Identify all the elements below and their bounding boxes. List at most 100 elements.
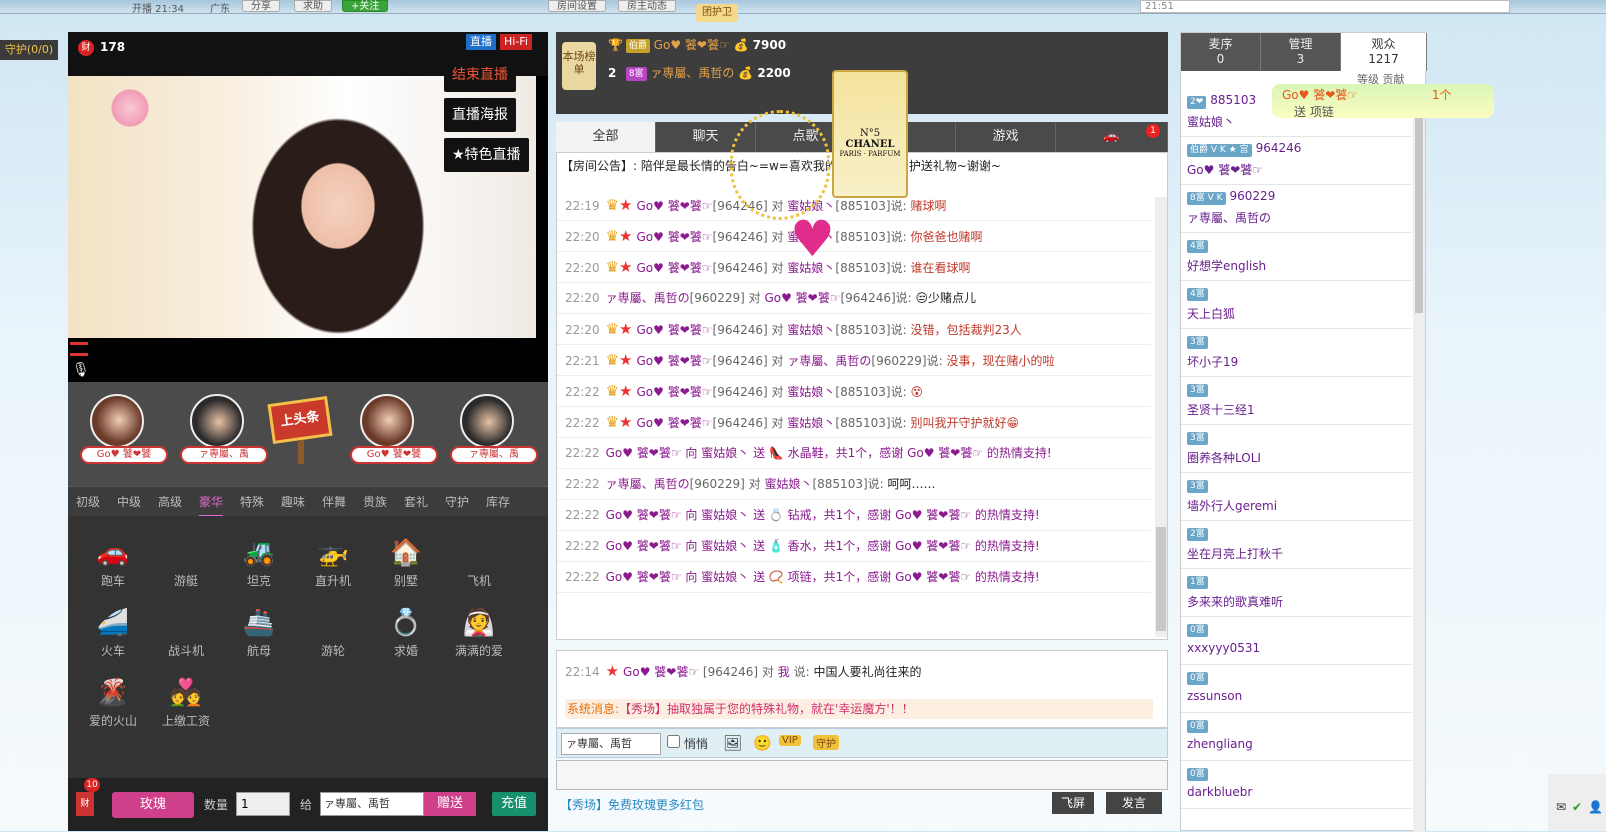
message-recipient[interactable]: 蜜姑娘丶	[787, 416, 835, 430]
ranking-row[interactable]: 2 8富 ァ専屬、禹哲の 💰 2200	[608, 62, 791, 84]
follow-button[interactable]: +关注	[342, 0, 389, 12]
send-gift-button[interactable]: 赠送	[424, 792, 476, 816]
audience-item[interactable]: 3富 墙外行人geremi	[1181, 473, 1411, 521]
tab-noble[interactable]: 贵族	[363, 487, 387, 517]
tab-luxury[interactable]: 豪华	[199, 487, 224, 517]
gift-item[interactable]: 🌋 爱的火山	[84, 678, 142, 742]
message-sender[interactable]: Go♥ 饕❤饕☞	[637, 230, 713, 244]
emoji-icon[interactable]: 🙂	[753, 734, 772, 752]
special-live-button[interactable]: ★特色直播	[444, 138, 529, 172]
message-recipient[interactable]: 蜜姑娘丶	[764, 477, 812, 491]
message-sender[interactable]: Go♥ 饕❤饕☞	[637, 323, 713, 337]
live-tag[interactable]: 直播	[466, 34, 496, 50]
tab-special[interactable]: 特殊	[240, 487, 264, 517]
ranking-row[interactable]: 🏆 伯爵 Go♥ 饕❤饕☞ 💰 7900	[608, 34, 786, 56]
gift-item[interactable]: ✈ 飞机	[450, 538, 508, 602]
tab-basic[interactable]: 初级	[76, 487, 100, 517]
fly-screen-button[interactable]: 飞屏	[1052, 792, 1094, 814]
gift-item[interactable]: ⛴ 游轮	[304, 608, 362, 672]
gift-item[interactable]: 💍 求婚	[377, 608, 435, 672]
send-message-button[interactable]: 发言	[1106, 792, 1162, 814]
chat-scroll-thumb[interactable]	[1156, 527, 1166, 631]
message-recipient[interactable]: 蜜姑娘丶	[787, 385, 835, 399]
user-icon[interactable]: 👤	[1588, 800, 1603, 814]
guard-team-badge[interactable]: 团护卫	[696, 4, 738, 22]
mic-slot[interactable]: ァ専屬、禹	[450, 394, 538, 474]
gift-item[interactable]: 🚁 直升机	[304, 538, 362, 602]
audience-item[interactable]: 4富 好想学english	[1181, 233, 1411, 281]
tab-guard[interactable]: 守护	[445, 487, 469, 517]
chat-target-chip[interactable]: ァ専屬、禹哲	[561, 733, 661, 755]
free-rose-link[interactable]: 【秀场】免费玫瑰更多红包	[560, 796, 704, 813]
gift-item[interactable]: 🚗 跑车	[84, 538, 142, 602]
room-settings-button[interactable]: 房间设置	[548, 0, 606, 12]
whisper-check[interactable]	[667, 735, 680, 748]
chat-scrollbar[interactable]	[1155, 197, 1167, 637]
hifi-tag[interactable]: Hi-Fi	[500, 34, 532, 50]
headline-button[interactable]: 上头条	[267, 396, 333, 444]
mic-slot[interactable]: ァ専屬、禹	[180, 394, 268, 474]
audience-item[interactable]: 0富 zssunson	[1181, 665, 1411, 713]
message-recipient[interactable]: 蜜姑娘丶	[787, 323, 835, 337]
gift-item[interactable]: 🚢 航母	[230, 608, 288, 672]
host-feed-button[interactable]: 房主动态	[618, 0, 676, 12]
gift-item[interactable]: ✈ 战斗机	[157, 608, 215, 672]
whisper-checkbox[interactable]: 悄悄	[667, 735, 708, 752]
end-live-button[interactable]: 结束直播	[444, 58, 516, 92]
vip-icon[interactable]: VIP	[779, 735, 801, 746]
recharge-button[interactable]: 充值	[492, 792, 536, 816]
audience-item[interactable]: 8富 V K 960229 ァ専屬、禹哲の	[1181, 185, 1411, 233]
guard-icon[interactable]: 守护	[813, 735, 839, 750]
audience-item[interactable]: 0富 darkbluebr	[1181, 761, 1411, 809]
audience-item[interactable]: 3富 圣贤十三经1	[1181, 377, 1411, 425]
message-sender[interactable]: Go♥ 饕❤饕☞	[637, 385, 713, 399]
gift-item[interactable]: 🏠 别墅	[377, 538, 435, 602]
recipient-select[interactable]: ァ専屬、禹哲	[320, 792, 424, 816]
tab-mid[interactable]: 中级	[117, 487, 141, 517]
tab-mic-order[interactable]: 麦序 0	[1181, 33, 1261, 71]
audience-item[interactable]: 伯爵 V K ★ 宫 964246 Go♥ 饕❤饕☞	[1181, 137, 1411, 185]
message-sender[interactable]: ァ専屬、禹哲の	[606, 477, 690, 491]
audience-item[interactable]: 4富 天上白狐	[1181, 281, 1411, 329]
message-sender[interactable]: Go♥ 饕❤饕☞	[637, 416, 713, 430]
mail-icon[interactable]: ✉	[1556, 800, 1566, 814]
tab-fun[interactable]: 趣味	[281, 487, 305, 517]
audience-item[interactable]: 3富 圈养各种LOLI	[1181, 425, 1411, 473]
message-sender[interactable]: Go♥ 饕❤饕☞	[637, 354, 713, 368]
gift-item[interactable]: 💑 上缴工资	[157, 678, 215, 742]
gift-item[interactable]: 🚄 火车	[84, 608, 142, 672]
message-input[interactable]	[556, 760, 1168, 790]
microphone-icon[interactable]: 🎙	[72, 362, 90, 378]
gift-item[interactable]: 🚜 坦克	[230, 538, 288, 602]
share-button[interactable]: 分享	[242, 0, 280, 12]
quantity-input[interactable]	[236, 792, 290, 816]
gift-item[interactable]: 🛥 游艇	[157, 538, 215, 602]
gift-select[interactable]: 玫瑰	[112, 792, 194, 818]
help-button[interactable]: 求助	[294, 0, 332, 12]
tab-high[interactable]: 高级	[158, 487, 182, 517]
tab-audience[interactable]: 观众 1217	[1341, 33, 1427, 71]
message-sender[interactable]: Go♥ 饕❤饕☞	[623, 665, 699, 679]
audience-item[interactable]: 1富 多来来的歌真难听	[1181, 569, 1411, 617]
message-sender[interactable]: Go♥ 饕❤饕☞	[637, 199, 713, 213]
audience-item[interactable]: 2富 坐在月亮上打秋千	[1181, 521, 1411, 569]
audience-item[interactable]: 3富 坏小子19	[1181, 329, 1411, 377]
tab-admins[interactable]: 管理 3	[1261, 33, 1341, 71]
tab-set[interactable]: 套礼	[404, 487, 428, 517]
live-poster-button[interactable]: 直播海报	[444, 98, 516, 132]
audience-item[interactable]: 0富 xxxyyy0531	[1181, 617, 1411, 665]
audience-scroll-thumb[interactable]	[1415, 103, 1423, 313]
menu-icon[interactable]	[70, 342, 88, 356]
tab-games[interactable]: 游戏	[956, 122, 1056, 152]
system-message-text[interactable]: 【秀场】抽取独属于您的特殊礼物，就在'幸运魔方'！！	[619, 702, 914, 716]
gift-item[interactable]: 👰 满满的爱	[450, 608, 508, 672]
image-icon[interactable]: 🖼	[723, 734, 742, 752]
message-recipient[interactable]: ァ専屬、禹哲の	[787, 354, 871, 368]
tab-dance[interactable]: 伴舞	[322, 487, 346, 517]
message-recipient[interactable]: Go♥ 饕❤饕☞	[764, 291, 840, 305]
backpack-icon[interactable]: 财	[76, 792, 94, 816]
mic-slot[interactable]: Go♥ 饕❤饕	[80, 394, 168, 474]
tab-stock[interactable]: 库存	[486, 487, 510, 517]
audience-scrollbar[interactable]	[1413, 93, 1425, 832]
tab-all[interactable]: 全部	[556, 122, 656, 152]
